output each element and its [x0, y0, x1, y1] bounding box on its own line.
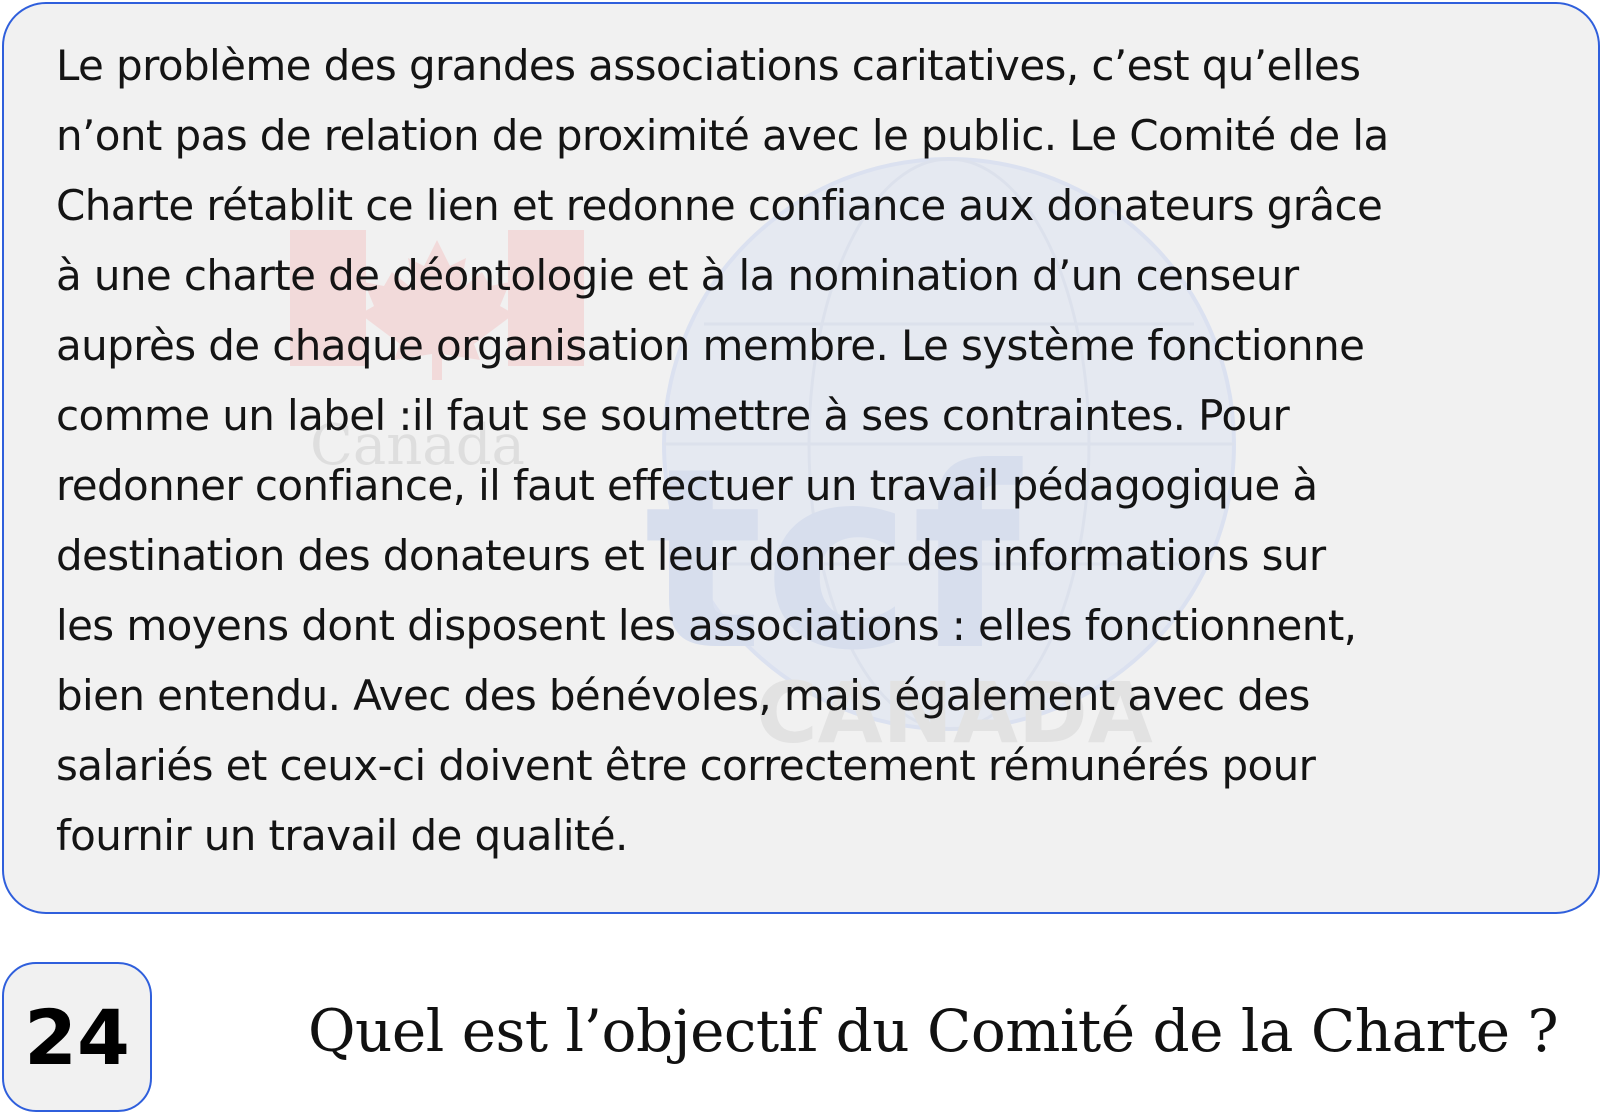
question-text: Quel est l’objectif du Comité de la Char… — [308, 997, 1559, 1065]
question-number-badge: 24 — [2, 962, 152, 1112]
passage-text: Le problème des grandes associations car… — [56, 41, 1389, 860]
reading-passage-box: Canada tcf CANADA Le problème des grande… — [2, 2, 1600, 914]
